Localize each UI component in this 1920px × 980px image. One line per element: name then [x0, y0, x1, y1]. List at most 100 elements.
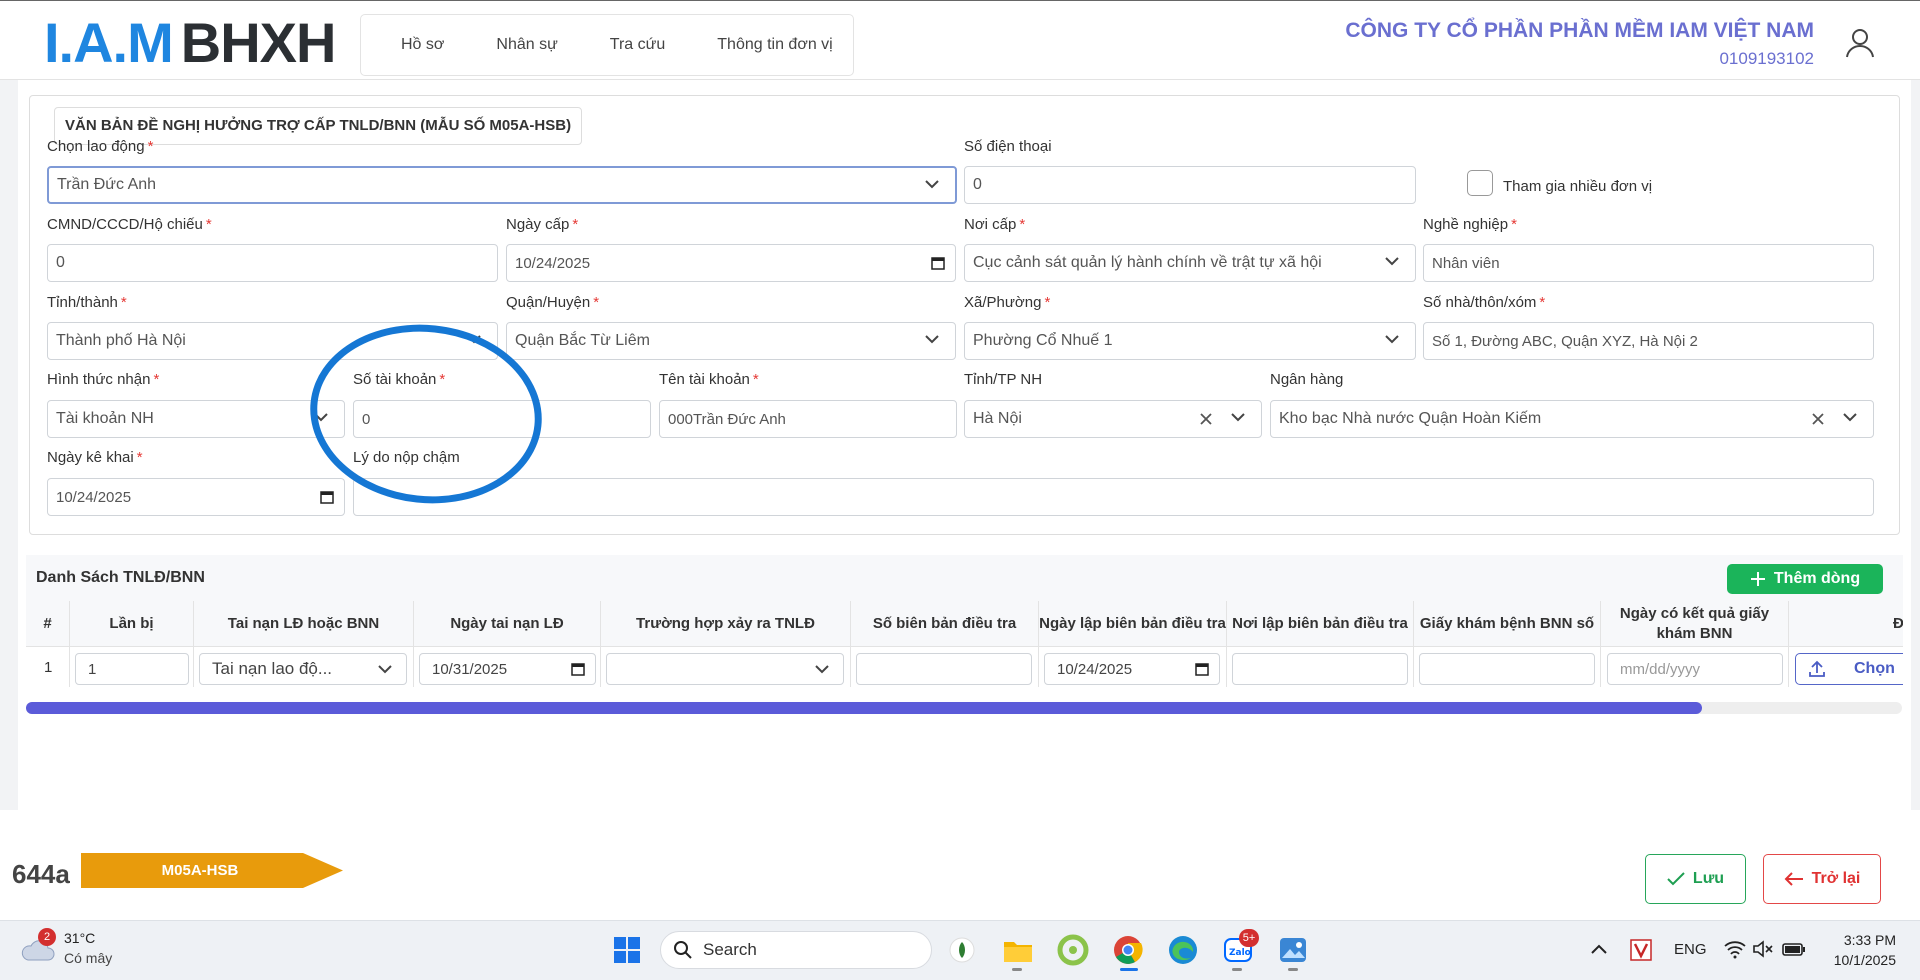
zalo-badge: 5+	[1239, 929, 1259, 947]
chevron-down-icon	[467, 335, 481, 344]
report-no-input[interactable]	[856, 653, 1032, 685]
address-label: Số nhà/thôn/xóm *	[1423, 294, 1545, 311]
required-mark: *	[1511, 216, 1517, 233]
clear-icon[interactable]	[1199, 412, 1213, 426]
cell-result-date: mm/dd/yyyy	[1601, 647, 1789, 687]
report-date-input[interactable]: 10/24/2025	[1044, 653, 1220, 685]
multi-unit-label: Tham gia nhiều đơn vị	[1503, 178, 1653, 195]
logo-bhxh: BHXH	[180, 11, 337, 74]
search-icon	[674, 941, 692, 959]
accident-date-input[interactable]: 10/31/2025	[419, 653, 596, 685]
account-name-label-text: Tên tài khoản	[659, 371, 750, 388]
clear-icon[interactable]	[1811, 412, 1825, 426]
nav-ho-so[interactable]: Hồ sơ	[401, 36, 444, 54]
photos-icon[interactable]	[1277, 934, 1309, 966]
required-mark: *	[136, 449, 143, 466]
bank-province-value: Hà Nội	[973, 410, 1022, 427]
taskbar-clock[interactable]: 3:33 PM 10/1/2025	[1834, 930, 1896, 970]
declare-date-input[interactable]: 10/24/2025	[47, 478, 345, 516]
col-report-no: Số biên bản điều tra	[851, 601, 1039, 647]
receive-method-select[interactable]: Tài khoản NH	[47, 400, 345, 438]
file-explorer-icon[interactable]	[1002, 934, 1034, 966]
required-mark: *	[1539, 294, 1546, 311]
user-icon[interactable]	[1844, 27, 1876, 59]
ward-label: Xã/Phường *	[964, 294, 1050, 311]
exam-no-input[interactable]	[1419, 653, 1595, 685]
phone-input[interactable]: 0	[964, 166, 1416, 204]
occupation-input[interactable]: Nhân viên	[1423, 244, 1874, 282]
required-mark: *	[1044, 294, 1051, 311]
nav-tra-cuu[interactable]: Tra cứu	[610, 36, 665, 54]
wifi-icon[interactable]	[1724, 939, 1746, 959]
cell-report-place	[1227, 647, 1414, 687]
antivirus-icon[interactable]	[1630, 939, 1652, 961]
windows-start-icon[interactable]	[611, 934, 643, 966]
account-name-input[interactable]: 000Trần Đức Anh	[659, 400, 957, 438]
id-number-value: 0	[56, 254, 65, 271]
calendar-icon[interactable]	[320, 490, 334, 504]
calendar-icon[interactable]	[931, 256, 945, 270]
address-value: Số 1, Đường ABC, Quận XYZ, Hà Nội 2	[1432, 332, 1698, 350]
issue-date-input[interactable]: 10/24/2025	[506, 244, 956, 282]
leaf-app-icon[interactable]	[948, 934, 976, 966]
report-place-input[interactable]	[1232, 653, 1408, 685]
employee-select[interactable]: Trần Đức Anh	[47, 166, 957, 204]
declare-date-label-text: Ngày kê khai	[47, 449, 134, 466]
col-report-date: Ngày lập biên bản điều tra	[1039, 601, 1227, 647]
volume-muted-icon[interactable]	[1752, 939, 1774, 959]
times-value: 1	[88, 660, 97, 678]
calendar-icon[interactable]	[1195, 662, 1209, 676]
save-button[interactable]: Lưu	[1645, 854, 1746, 904]
cell-report-date: 10/24/2025	[1039, 647, 1227, 687]
chevron-down-icon	[1843, 413, 1857, 422]
taskbar-search[interactable]: Search	[660, 931, 932, 969]
company-name: CÔNG TY CỔ PHẦN PHẦN MỀM IAM VIỆT NAM	[1345, 19, 1814, 42]
chrome-icon[interactable]	[1112, 934, 1144, 966]
times-input[interactable]: 1	[75, 653, 189, 685]
chevron-up-icon[interactable]	[1590, 942, 1608, 956]
multi-unit-checkbox[interactable]	[1467, 170, 1493, 196]
district-select[interactable]: Quận Bắc Từ Liêm	[506, 322, 956, 360]
required-mark: *	[572, 216, 579, 233]
upload-icon	[1809, 660, 1825, 677]
back-button[interactable]: Trở lại	[1763, 854, 1881, 904]
receive-method-label: Hình thức nhận *	[47, 371, 159, 388]
battery-icon[interactable]	[1782, 940, 1806, 958]
result-date-input[interactable]: mm/dd/yyyy	[1607, 653, 1783, 685]
bank-province-select[interactable]: Hà Nội	[964, 400, 1262, 438]
green-app-icon[interactable]	[1057, 934, 1089, 966]
case-select[interactable]	[606, 653, 844, 685]
edge-icon[interactable]	[1167, 934, 1199, 966]
type-select[interactable]: Tai nạn lao độ...	[199, 653, 407, 685]
accident-table: # Lần bị Tai nạn LĐ hoặc BNN Ngày tai nạ…	[26, 601, 1903, 687]
ward-label-text: Xã/Phường	[964, 294, 1042, 311]
id-number-input[interactable]: 0	[47, 244, 498, 282]
language-indicator[interactable]: ENG	[1674, 941, 1707, 958]
choose-file-button[interactable]: Chọn	[1795, 653, 1903, 685]
province-select[interactable]: Thành phố Hà Nội	[47, 322, 498, 360]
nav-thong-tin-don-vi[interactable]: Thông tin đơn vị	[717, 36, 832, 54]
cell-attachment: Chọn	[1789, 647, 1903, 687]
ward-select[interactable]: Phường Cổ Nhuế 1	[964, 322, 1416, 360]
horizontal-scrollbar-thumb[interactable]	[26, 702, 1702, 714]
nav-nhan-su[interactable]: Nhân sự	[496, 36, 557, 54]
col-result-date: Ngày có kết quả giấy khám BNN	[1601, 601, 1789, 647]
col-report-place: Nơi lập biên bản điều tra	[1227, 601, 1414, 647]
result-date-placeholder: mm/dd/yyyy	[1620, 660, 1701, 678]
chevron-down-icon	[378, 665, 392, 674]
required-mark: *	[752, 371, 759, 388]
account-number-input[interactable]: 0	[353, 400, 651, 438]
issue-place-label-text: Nơi cấp	[964, 216, 1017, 233]
chevron-down-icon	[925, 335, 939, 344]
bank-select[interactable]: Kho bạc Nhà nước Quận Hoàn Kiếm	[1270, 400, 1874, 438]
chevron-down-icon	[1231, 413, 1245, 422]
issue-place-select[interactable]: Cục cảnh sát quản lý hành chính về trật …	[964, 244, 1416, 282]
app-logo[interactable]: I.A.M BHXH	[44, 15, 336, 71]
calendar-icon[interactable]	[571, 662, 585, 676]
add-row-button[interactable]: Thêm dòng	[1727, 564, 1883, 594]
late-reason-input[interactable]	[353, 478, 1874, 516]
address-label-text: Số nhà/thôn/xóm	[1423, 294, 1537, 311]
back-label: Trở lại	[1811, 870, 1861, 887]
address-input[interactable]: Số 1, Đường ABC, Quận XYZ, Hà Nội 2	[1423, 322, 1874, 360]
chevron-down-icon	[925, 180, 939, 189]
